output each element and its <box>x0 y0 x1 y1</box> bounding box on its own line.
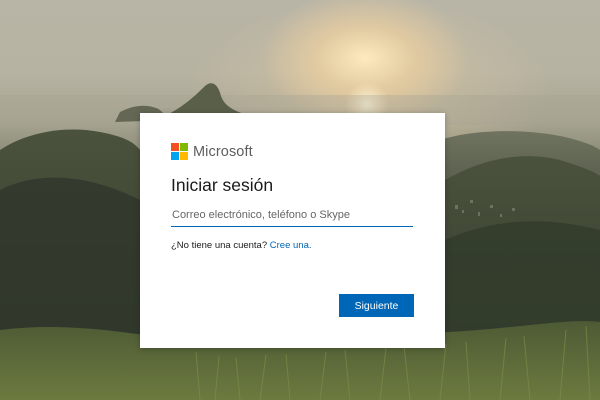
page-title: Iniciar sesión <box>171 175 274 195</box>
logo-blue-square <box>171 152 179 160</box>
no-account-text: ¿No tiene una cuenta? <box>171 240 268 251</box>
create-account-link[interactable]: Cree una. <box>270 240 312 251</box>
sign-in-dialog: Microsoft Iniciar sesión ¿No tiene una c… <box>140 113 445 348</box>
no-account-row: ¿No tiene una cuenta? Cree una. <box>171 240 312 251</box>
brand-name: Microsoft <box>193 143 253 160</box>
microsoft-logo-icon <box>171 143 188 160</box>
logo-red-square <box>171 143 179 151</box>
next-button[interactable]: Siguiente <box>339 294 414 317</box>
logo-green-square <box>180 143 188 151</box>
microsoft-logo: Microsoft <box>171 143 253 160</box>
email-field[interactable] <box>171 206 413 227</box>
logo-yellow-square <box>180 152 188 160</box>
